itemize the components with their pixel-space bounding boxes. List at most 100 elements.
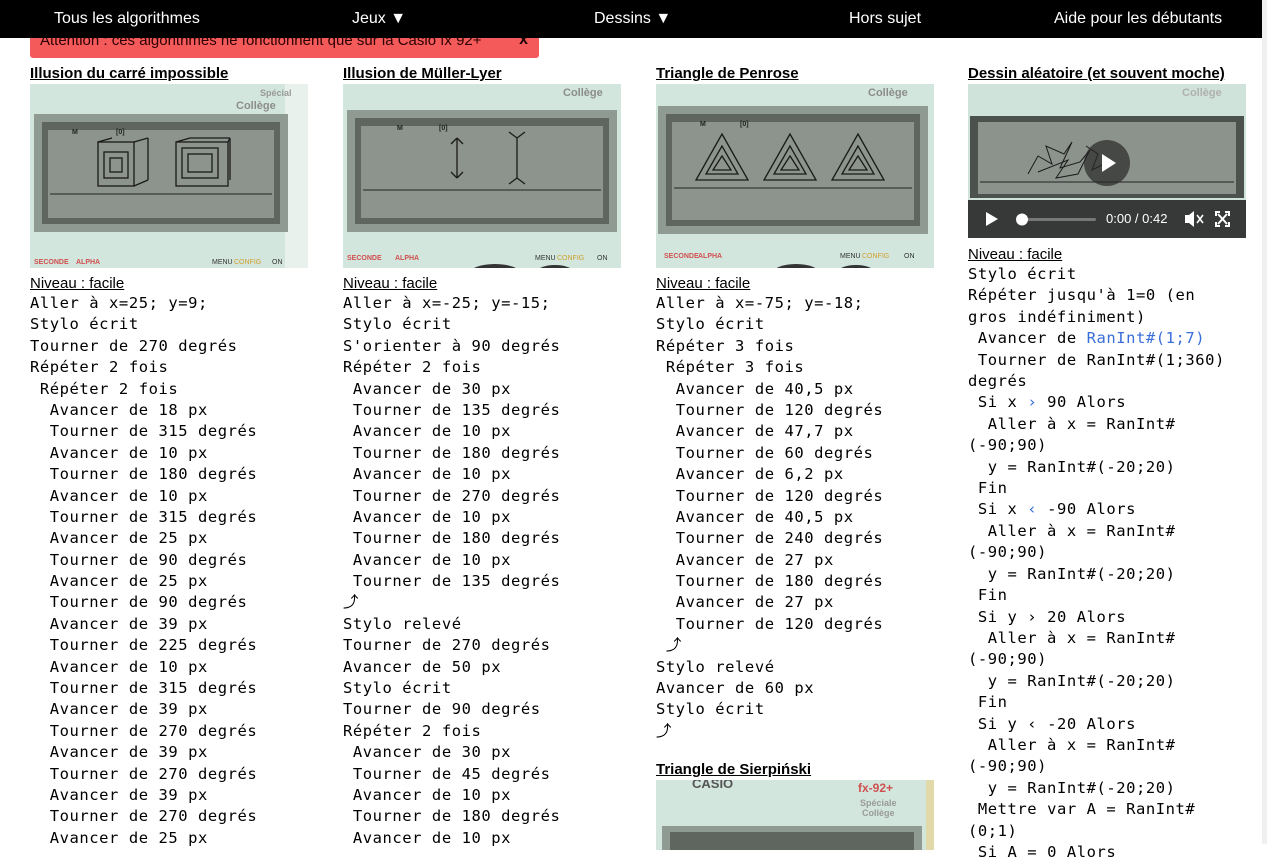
code-line: Tourner de 225 degrés — [30, 636, 258, 655]
code-line: Mettre var A = RanInt#(0;1) — [968, 799, 1243, 842]
code-line: Avancer de 6,2 px — [656, 465, 844, 484]
code-line: Tourner de 90 degrés — [343, 700, 541, 719]
code-text: y = RanInt#(-20;20) — [968, 457, 1176, 476]
highlighted-operator: RanInt#(1;7) — [1086, 329, 1206, 348]
card-title[interactable]: Triangle de Sierpiński — [656, 760, 934, 780]
nav-beginners-help[interactable]: Aide pour les débutants — [1054, 0, 1222, 38]
code-line: Avancer de 10 px — [30, 443, 208, 462]
code-line: Répéter jusqu'à 1=0 (en gros indéfinimen… — [968, 285, 1243, 328]
code-line: Tourner de 270 degrés — [30, 764, 258, 783]
video-time-display: 0:00 / 0:42 — [1106, 211, 1168, 226]
code-text: Si A = 0 Alors — [968, 842, 1117, 861]
code-line: S'orienter à 90 degrés — [343, 336, 561, 355]
algorithm-code: Stylo écrit Répéter jusqu'à 1=0 (en gros … — [968, 264, 1246, 863]
loop-end-arrow: ⤴ — [656, 636, 682, 655]
on-key-label: ON — [597, 255, 608, 262]
menu-key-label: MENU — [840, 253, 861, 260]
code-line: Tourner de 315 degrés — [30, 422, 258, 441]
video-controls-bar: 0:00 / 0:42 — [968, 200, 1246, 238]
code-line: Tourner de 270 degrés — [30, 807, 258, 826]
code-line: Tourner de 180 degrés — [343, 807, 561, 826]
config-key-label: CONFIG — [234, 259, 261, 266]
difficulty-level[interactable]: Niveau : facile — [30, 274, 308, 293]
seconde-key-label: SECONDE — [34, 259, 69, 266]
code-text: Tourner de RanInt#(1;360) degrés — [968, 350, 1235, 391]
code-line: Avancer de 10 px — [343, 785, 511, 804]
code-line: Stylo écrit — [968, 264, 1243, 285]
code-line: Avancer de 27 px — [656, 550, 834, 569]
code-text: Aller à x = RanInt#(-90;90) — [968, 628, 1176, 669]
code-text: Mettre var A = RanInt#(0;1) — [968, 800, 1196, 840]
config-key-label: CONFIG — [557, 255, 584, 262]
video-mute-button[interactable] — [1180, 208, 1206, 230]
difficulty-level[interactable]: Niveau : facile — [343, 274, 621, 293]
mode-m-indicator: M — [72, 129, 78, 136]
code-text: Si y ‹ -20 Alors — [968, 714, 1136, 733]
code-text: Si x — [968, 393, 1028, 412]
video-play-overlay-button[interactable] — [1084, 140, 1130, 186]
code-text: 90 Alors — [1037, 393, 1127, 412]
code-line: Avancer de 39 px — [30, 785, 208, 804]
code-line: Avancer de 25 px — [30, 828, 208, 847]
code-line: Tourner de 315 degrés — [30, 507, 258, 526]
code-line: Aller à x=-75; y=-18; — [656, 294, 864, 312]
on-key-label: ON — [272, 259, 283, 266]
code-line: Si A = 0 Alors — [968, 842, 1243, 863]
mode-m-indicator: M — [397, 125, 403, 132]
card-title[interactable]: Illusion de Müller-Lyer — [343, 64, 621, 84]
code-line: Avancer de 18 px — [30, 400, 208, 419]
code-line: Stylo relevé — [656, 657, 775, 676]
mode-zero-indicator: [0] — [116, 129, 125, 136]
loop-end-arrow: ⤴ — [656, 721, 673, 740]
code-line: Tourner de 270 degrés — [30, 336, 238, 355]
page-scrollbar[interactable] — [1262, 0, 1267, 844]
nav-games-dropdown[interactable]: Jeux ▼ — [352, 0, 406, 38]
video-fullscreen-button[interactable] — [1210, 208, 1234, 230]
highlighted-operator: ‹ — [1027, 500, 1038, 519]
code-line: Tourner de 270 degrés — [343, 486, 561, 505]
card-title[interactable]: Dessin aléatoire (et souvent moche) — [968, 64, 1246, 84]
code-line: Avancer de 39 px — [30, 700, 208, 719]
nav-drawings-dropdown[interactable]: Dessins ▼ — [594, 0, 671, 38]
code-line: Répéter 2 fois — [30, 358, 169, 377]
menu-key-label: MENU — [212, 259, 233, 266]
code-line: Avancer de 10 px — [343, 422, 511, 441]
top-navbar: Tous les algorithmes Jeux ▼ Dessins ▼ Ho… — [0, 0, 1262, 38]
code-line: Tourner de 135 degrés — [343, 572, 561, 591]
alpha-key-label: ALPHA — [395, 255, 419, 262]
algorithm-code: Aller à x=25; y=9; Stylo écrit Tourner de … — [30, 293, 308, 849]
code-line: Avancer de 27 px — [656, 593, 834, 612]
college-label: Collège — [862, 808, 895, 818]
code-line: Tourner de 60 degrés — [656, 443, 874, 462]
code-line: y = RanInt#(-20;20) — [968, 778, 1243, 799]
menu-key-label: MENU — [535, 255, 556, 262]
card-random-drawing: Dessin aléatoire (et souvent moche) Coll… — [968, 64, 1246, 863]
card-title[interactable]: Triangle de Penrose — [656, 64, 934, 84]
video-seek-slider[interactable] — [1014, 210, 1102, 228]
brand-college-label: Collège — [563, 87, 603, 99]
code-line: Avancer de 39 px — [30, 614, 208, 633]
code-line: Répéter 2 fois — [30, 379, 179, 398]
code-line: Avancer de RanInt#(1;7) — [968, 328, 1243, 349]
difficulty-level[interactable]: Niveau : facile — [656, 274, 934, 293]
nav-off-topic[interactable]: Hors sujet — [849, 0, 921, 38]
mode-zero-indicator: [0] — [740, 121, 749, 128]
code-line: Tourner de 180 degrés — [343, 529, 561, 548]
code-line: Tourner de 240 degrés — [656, 529, 884, 548]
code-line: Tourner de 45 degrés — [343, 764, 551, 783]
card-title[interactable]: Illusion du carré impossible — [30, 64, 308, 84]
alpha-key-label: ALPHA — [76, 259, 100, 266]
special-label: Spéciale — [860, 798, 897, 808]
code-text: -90 Alors — [1037, 500, 1137, 519]
video-play-button[interactable] — [980, 208, 1002, 230]
alpha-key-label: ALPHA — [698, 253, 722, 260]
video-player[interactable]: Collège 0:00 / 0:42 — [968, 84, 1246, 238]
code-line: Tourner de RanInt#(1;360) degrés — [968, 350, 1243, 393]
code-line: Fin — [968, 692, 1243, 713]
difficulty-level[interactable]: Niveau : facile — [968, 245, 1246, 264]
code-line: Aller à x = RanInt#(-90;90) — [968, 521, 1243, 564]
code-line: Tourner de 90 degrés — [30, 550, 248, 569]
code-line: Tourner de 90 degrés — [30, 593, 248, 612]
nav-all-algorithms[interactable]: Tous les algorithmes — [54, 0, 200, 38]
code-line: Aller à x = RanInt#(-90;90) — [968, 414, 1243, 457]
